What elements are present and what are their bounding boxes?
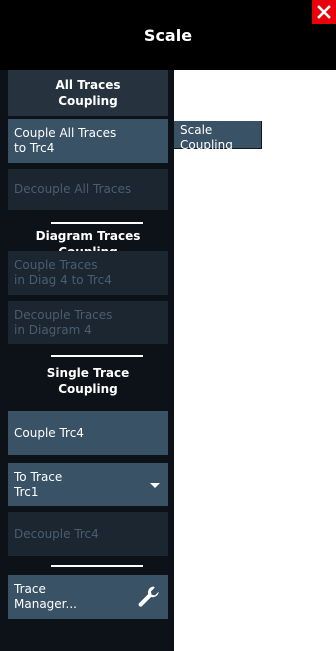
decouple-all-traces-label: Decouple All Traces: [14, 182, 132, 196]
to-trace-value: Trc1: [14, 485, 39, 499]
to-trace-label: To Trace: [14, 470, 63, 484]
to-trace-dropdown[interactable]: To Trace Trc1: [8, 463, 168, 506]
couple-traces-in-diagram-button[interactable]: Couple Traces in Diag 4 to Trc4: [8, 251, 168, 295]
panel-title: Scale: [143, 25, 193, 45]
single-trace-coupling-header: Single Trace Coupling: [8, 344, 168, 396]
trace-manager-button[interactable]: Trace Manager...: [8, 575, 168, 619]
close-icon: [317, 5, 331, 19]
wrench-icon: [138, 586, 159, 607]
single-trace-heading-line1: Single Trace: [46, 366, 130, 380]
decouple-trc-button[interactable]: Decouple Trc4: [8, 512, 168, 556]
decouple-trc-label: Decouple Trc4: [14, 526, 99, 541]
chevron-down-icon: [150, 482, 160, 488]
all-traces-heading-line2: Coupling: [58, 94, 118, 108]
all-traces-coupling-header: All Traces Coupling: [8, 70, 168, 116]
single-trace-heading-line2: Coupling: [58, 382, 118, 396]
section-separator: [51, 565, 143, 567]
diagram-traces-heading-line1: Diagram Traces: [35, 229, 141, 243]
couple-all-traces-label: Couple All Traces to Trc4: [14, 126, 117, 155]
trace-manager-label: Trace Manager...: [14, 582, 77, 611]
couple-all-traces-button[interactable]: Couple All Traces to Trc4: [8, 119, 168, 163]
diagram-traces-coupling-header: Diagram Traces Coupling: [8, 200, 168, 259]
scale-coupling-button[interactable]: Scale Coupling: [174, 121, 262, 152]
panel-header: Scale: [0, 0, 336, 70]
sidebar: All Traces Coupling Couple All Traces to…: [0, 70, 174, 651]
couple-trc-button[interactable]: Couple Trc4: [8, 411, 168, 455]
decouple-traces-in-diagram-button[interactable]: Decouple Traces in Diagram 4: [8, 301, 168, 344]
couple-trc-label: Couple Trc4: [14, 425, 84, 440]
all-traces-heading-line1: All Traces: [55, 78, 121, 92]
decouple-traces-in-diagram-label: Decouple Traces in Diagram 4: [14, 307, 113, 337]
close-button[interactable]: [312, 0, 336, 24]
couple-traces-in-diagram-label: Couple Traces in Diag 4 to Trc4: [14, 258, 112, 287]
